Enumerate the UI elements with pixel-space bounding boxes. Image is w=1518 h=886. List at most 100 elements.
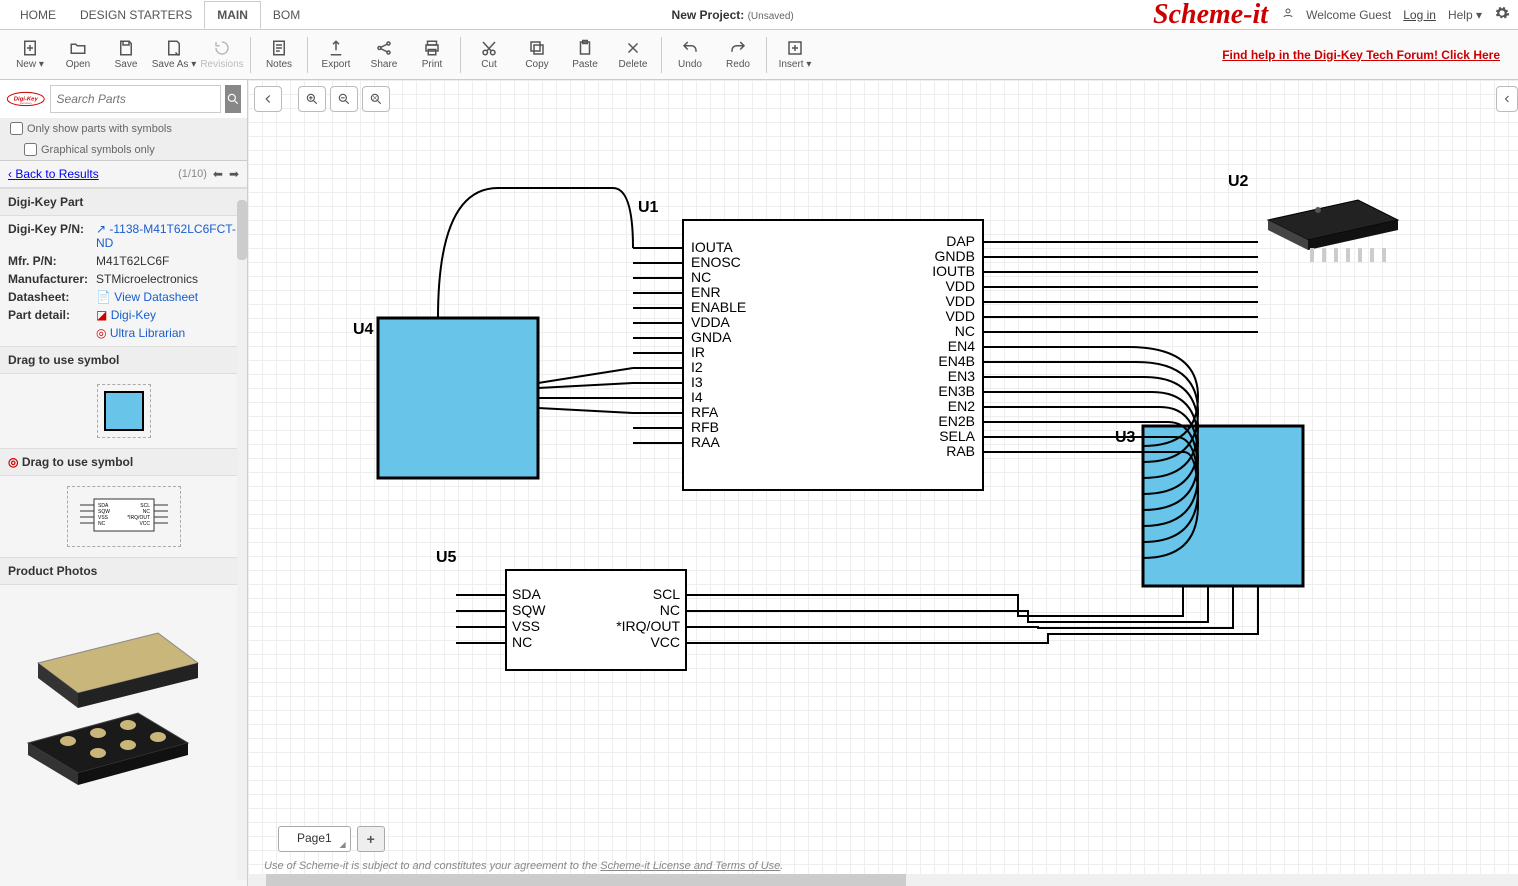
project-label: New Project: — [672, 8, 745, 22]
canvas-back-button[interactable] — [254, 86, 282, 112]
pdf-icon: 📄 — [96, 290, 111, 304]
undo-button[interactable]: Undo — [666, 32, 714, 78]
svg-text:ENR: ENR — [691, 284, 721, 300]
datasheet-label: Datasheet: — [8, 290, 96, 304]
svg-text:U5: U5 — [436, 549, 457, 566]
svg-text:EN2B: EN2B — [938, 413, 975, 429]
tab-bom[interactable]: BOM — [261, 2, 312, 28]
search-button[interactable] — [225, 85, 241, 113]
svg-text:NC: NC — [691, 269, 711, 285]
tab-home[interactable]: HOME — [8, 2, 68, 28]
svg-text:SELA: SELA — [939, 428, 975, 444]
section-drag-symbol-2: ◎ Drag to use symbol — [0, 448, 247, 476]
svg-text:RFB: RFB — [691, 419, 719, 435]
export-button[interactable]: Export — [312, 32, 360, 78]
svg-text:RAB: RAB — [946, 443, 975, 459]
filter-symbols-label: Only show parts with symbols — [27, 123, 172, 135]
login-link[interactable]: Log in — [1403, 8, 1436, 22]
paste-button[interactable]: Paste — [561, 32, 609, 78]
symbol-chip[interactable]: SDASQWVSSNC SCLNC*IRQ/OUTVCC — [67, 486, 181, 547]
back-to-results-link[interactable]: ‹ Back to Results — [8, 167, 99, 181]
svg-text:RAA: RAA — [691, 434, 720, 450]
svg-text:SCL: SCL — [653, 586, 680, 602]
product-photos — [0, 585, 247, 801]
find-help-link[interactable]: Find help in the Digi-Key Tech Forum! Cl… — [1222, 48, 1500, 62]
mfrpn-label: Mfr. P/N: — [8, 254, 96, 268]
sidebar-scroll-thumb[interactable] — [237, 200, 247, 260]
add-page-button[interactable]: + — [357, 826, 385, 852]
svg-text:DAP: DAP — [946, 233, 975, 249]
new-button[interactable]: New ▾ — [6, 32, 54, 78]
svg-text:RFA: RFA — [691, 404, 719, 420]
svg-text:GNDA: GNDA — [691, 329, 732, 345]
svg-text:U4: U4 — [353, 321, 374, 338]
settings-gear-icon[interactable] — [1494, 5, 1510, 24]
zoom-out-button[interactable] — [330, 86, 358, 112]
insert-button[interactable]: Insert ▾ — [771, 32, 819, 78]
svg-text:I2: I2 — [691, 359, 703, 375]
svg-text:VDDA: VDDA — [691, 314, 731, 330]
copy-button[interactable]: Copy — [513, 32, 561, 78]
open-button[interactable]: Open — [54, 32, 102, 78]
section-product-photos: Product Photos — [0, 557, 247, 585]
svg-text:Digi-Key: Digi-Key — [14, 97, 39, 103]
delete-button[interactable]: Delete — [609, 32, 657, 78]
dk-icon: ◪ — [96, 308, 107, 322]
external-link-icon: ↗ — [96, 222, 106, 236]
toolbar: New ▾ Open Save Save As ▾ Revisions Note… — [0, 30, 1518, 80]
svg-text:EN4B: EN4B — [938, 353, 975, 369]
revisions-button: Revisions — [198, 32, 246, 78]
tab-design-starters[interactable]: DESIGN STARTERS — [68, 2, 204, 28]
print-button[interactable]: Print — [408, 32, 456, 78]
svg-text:I4: I4 — [691, 389, 703, 405]
mfrpn-value: M41T62LC6F — [96, 254, 169, 268]
detail-label: Part detail: — [8, 308, 96, 322]
datasheet-link[interactable]: 📄 View Datasheet — [96, 290, 198, 304]
canvas[interactable]: U1IOUTAENOSCNCENRENABLEVDDAGNDAIRI2I3I4R… — [248, 80, 1518, 886]
symbol-blue-block[interactable] — [97, 384, 151, 438]
svg-text:U2: U2 — [1228, 173, 1249, 190]
save-button[interactable]: Save — [102, 32, 150, 78]
filter-symbols-checkbox[interactable] — [10, 122, 23, 135]
zoom-in-button[interactable] — [298, 86, 326, 112]
section-drag-symbol-1: Drag to use symbol — [0, 346, 247, 374]
svg-text:GNDB: GNDB — [935, 248, 975, 264]
prev-icon[interactable]: ⬅ — [213, 167, 223, 181]
share-button[interactable]: Share — [360, 32, 408, 78]
section-digikey-part: Digi-Key Part — [0, 188, 247, 216]
svg-text:I3: I3 — [691, 374, 703, 390]
svg-text:VDD: VDD — [945, 308, 975, 324]
ul-icon: ◎ — [96, 326, 106, 340]
cut-button[interactable]: Cut — [465, 32, 513, 78]
paging-text: (1/10) — [178, 168, 207, 180]
svg-text:SDA: SDA — [512, 586, 541, 602]
svg-text:NC: NC — [660, 602, 680, 618]
sidebar-scrollbar[interactable] — [237, 200, 247, 880]
svg-text:VCC: VCC — [650, 634, 680, 650]
zoom-fit-button[interactable] — [362, 86, 390, 112]
detail-dk-link[interactable]: ◪ Digi-Key — [96, 308, 156, 322]
saveas-button[interactable]: Save As ▾ — [150, 32, 198, 78]
svg-text:EN2: EN2 — [948, 398, 975, 414]
welcome-text: Welcome Guest — [1306, 8, 1391, 22]
license-link[interactable]: Scheme-it License and Terms of Use — [600, 860, 780, 872]
detail-ul-link[interactable]: ◎ Ultra Librarian — [96, 326, 185, 340]
help-menu[interactable]: Help ▾ — [1448, 8, 1482, 22]
redo-button[interactable]: Redo — [714, 32, 762, 78]
notes-button[interactable]: Notes — [255, 32, 303, 78]
tab-main[interactable]: MAIN — [204, 1, 261, 29]
page-tab-1[interactable]: Page1 ◢ — [278, 826, 351, 852]
top-tab-bar: HOME DESIGN STARTERS MAIN BOM New Projec… — [0, 0, 1518, 30]
svg-text:IOUTB: IOUTB — [932, 263, 975, 279]
schematic-diagram[interactable]: U1IOUTAENOSCNCENRENABLEVDDAGNDAIRI2I3I4R… — [248, 80, 1518, 840]
dkpn-link[interactable]: ↗ -1138-M41T62LC6FCT-ND — [96, 222, 236, 250]
filter-graphical-checkbox[interactable] — [24, 143, 37, 156]
svg-text:EN3B: EN3B — [938, 383, 975, 399]
user-icon — [1282, 7, 1294, 22]
next-icon[interactable]: ➡ — [229, 167, 239, 181]
svg-text:VDD: VDD — [945, 278, 975, 294]
search-input[interactable] — [50, 85, 221, 113]
svg-text:SQW: SQW — [512, 602, 546, 618]
horizontal-scroll-thumb[interactable] — [266, 874, 906, 886]
svg-text:ENABLE: ENABLE — [691, 299, 746, 315]
